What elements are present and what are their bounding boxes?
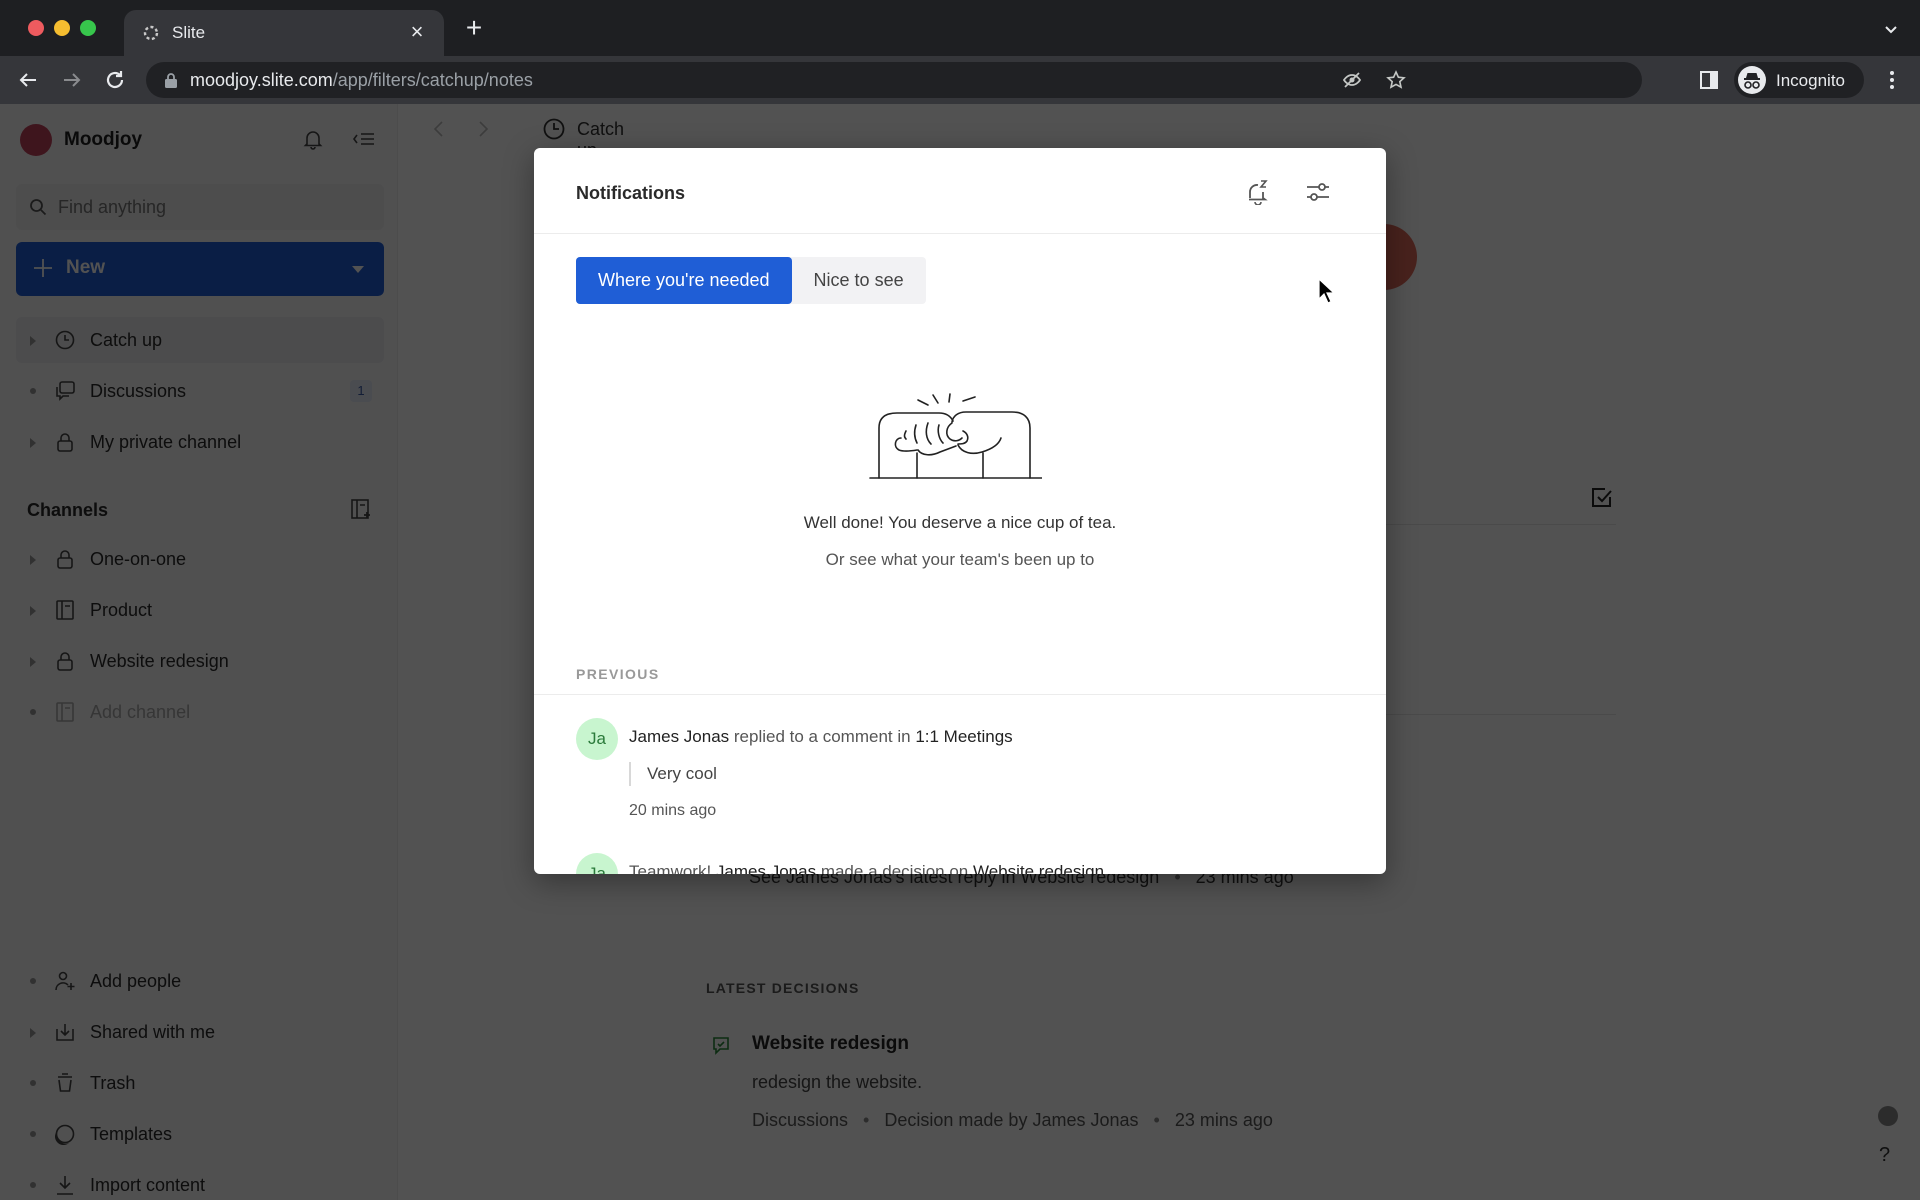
notification-prefix: Teamwork!: [629, 862, 716, 874]
notification-actor[interactable]: James Jonas: [716, 862, 816, 874]
url-text: moodjoy.slite.com/app/filters/catchup/no…: [190, 70, 533, 91]
back-arrow-icon[interactable]: [16, 68, 40, 92]
comment-quote: Very cool: [629, 762, 717, 786]
fist-bump-illustration: [869, 393, 1042, 479]
incognito-label: Incognito: [1776, 71, 1845, 90]
sliders-settings-icon[interactable]: [1305, 180, 1331, 204]
kebab-menu-icon[interactable]: [1882, 68, 1902, 92]
notification-text: James Jonas replied to a comment in 1:1 …: [629, 727, 1013, 747]
lock-icon: [164, 72, 178, 88]
notification-tabs: Where you're needed Nice to see: [576, 257, 926, 304]
browser-toolbar: moodjoy.slite.com/app/filters/catchup/no…: [0, 56, 1920, 104]
slite-favicon-icon: [142, 24, 160, 42]
chevron-down-icon[interactable]: [1882, 20, 1900, 38]
notification-time: 20 mins ago: [629, 802, 717, 819]
snooze-bell-icon[interactable]: [1246, 179, 1270, 205]
reload-icon[interactable]: [103, 68, 127, 92]
avatar: Ja: [576, 853, 618, 874]
divider: [534, 694, 1386, 695]
browser-tab[interactable]: Slite ×: [124, 10, 444, 56]
notification-actor[interactable]: James Jonas: [629, 727, 729, 746]
avatar: Ja: [576, 718, 618, 760]
address-bar[interactable]: moodjoy.slite.com/app/filters/catchup/no…: [146, 62, 1642, 98]
eye-off-icon[interactable]: [1342, 70, 1362, 90]
modal-title: Notifications: [576, 183, 686, 203]
incognito-icon: [1738, 66, 1766, 94]
window-maximize-button[interactable]: [80, 20, 96, 36]
browser-tab-bar: Slite × +: [0, 0, 1920, 56]
close-icon[interactable]: ×: [404, 19, 430, 45]
window-minimize-button[interactable]: [54, 20, 70, 36]
notification-action: replied to a comment in: [729, 727, 916, 746]
star-icon[interactable]: [1386, 70, 1406, 90]
tab-nice-to-see[interactable]: Nice to see: [792, 257, 926, 304]
side-panel-icon[interactable]: [1699, 70, 1719, 90]
notification-target[interactable]: Website redesign: [973, 862, 1104, 874]
notification-text: Teamwork! James Jonas made a decision on…: [629, 862, 1104, 874]
url-path: /app/filters/catchup/notes: [332, 70, 533, 90]
notification-action: made a decision on: [816, 862, 973, 874]
empty-state-link[interactable]: Or see what your team's been up to: [534, 550, 1386, 570]
forward-arrow-icon[interactable]: [60, 68, 84, 92]
previous-section-label: PREVIOUS: [576, 666, 660, 682]
empty-state-title: Well done! You deserve a nice cup of tea…: [803, 513, 1117, 532]
mouse-cursor-icon: [1318, 278, 1336, 304]
tab-title: Slite: [172, 23, 206, 42]
plus-icon[interactable]: +: [460, 14, 488, 42]
window-close-button[interactable]: [28, 20, 44, 36]
url-host: moodjoy.slite.com: [190, 70, 333, 90]
notification-target[interactable]: 1:1 Meetings: [915, 727, 1012, 746]
incognito-profile-button[interactable]: Incognito: [1734, 62, 1864, 98]
modal-header: Notifications: [534, 148, 1386, 234]
notifications-modal: Notifications Where you're needed Nice t…: [534, 148, 1386, 874]
tab-where-youre-needed[interactable]: Where you're needed: [576, 257, 792, 304]
